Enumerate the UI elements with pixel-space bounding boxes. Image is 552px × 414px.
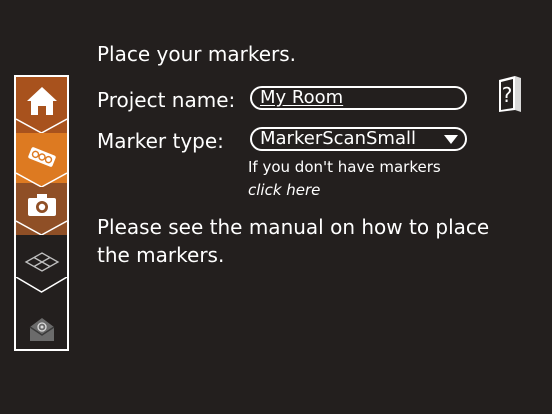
page-title: Place your markers. [97,42,296,66]
instructions-text: Please see the manual on how to place th… [97,215,490,267]
project-name-label: Project name: [97,88,236,112]
get-markers-link[interactable]: click here [248,181,320,199]
step-floor-plan[interactable] [16,227,67,297]
step-mail[interactable] [16,293,67,349]
home-icon [26,87,57,115]
marker-tag-icon [27,147,56,167]
help-book-icon[interactable]: ? [496,74,524,114]
step-home[interactable] [16,77,67,133]
dropdown-arrow-icon [444,135,458,144]
marker-type-select[interactable]: MarkerScanSmall [250,127,467,151]
step-divider [16,117,67,133]
mail-icon [29,318,54,341]
marker-type-value: MarkerScanSmall [260,128,416,149]
step-sidebar [14,75,69,351]
step-divider [16,277,67,293]
project-name-input[interactable]: My Room [250,86,467,110]
project-name-value: My Room [260,87,344,108]
camera-icon [27,194,56,216]
floor-grid-icon [24,252,59,272]
svg-text:?: ? [502,83,513,107]
step-divider [16,171,67,187]
marker-type-label: Marker type: [97,129,224,153]
step-divider [16,219,67,235]
marker-hint-text: If you don't have markers [248,158,441,176]
